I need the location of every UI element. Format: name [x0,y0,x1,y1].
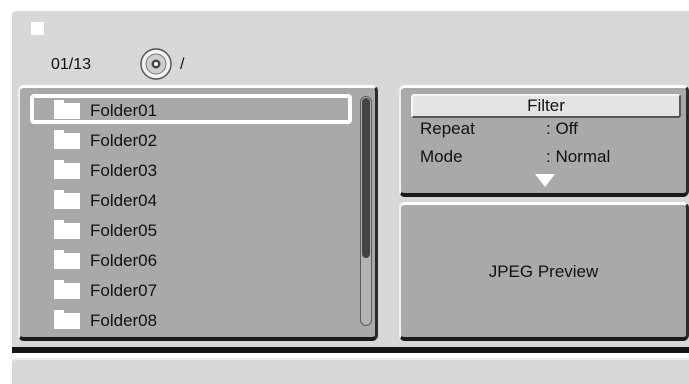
list-item-folder03[interactable]: Folder03 [30,154,352,184]
folder-icon [54,280,80,299]
bottom-status-bar [12,358,689,384]
folder-name: Folder04 [90,191,158,210]
file-browser-panel: Folder01 Folder02 Folder03 Folder04 Fold… [18,85,378,341]
repeat-value[interactable]: : Off [546,119,578,139]
jpeg-preview-panel: JPEG Preview [399,202,689,341]
list-item-folder05[interactable]: Folder05 [30,214,352,244]
mode-value[interactable]: : Normal [546,147,610,167]
panel-divider [12,347,689,353]
current-path: / [180,56,185,73]
folder-name: Folder01 [90,101,158,120]
folder-icon [54,310,80,329]
file-list-scrollbar[interactable] [360,96,372,326]
folder-name: Folder02 [90,131,158,150]
folder-icon [54,160,80,179]
jpeg-preview-label: JPEG Preview [488,262,599,281]
disc-icon [140,48,172,80]
playback-info-panel: Filter Repeat : Off Mode : Normal [399,85,689,197]
list-item-folder07[interactable]: Folder07 [30,274,352,304]
folder-icon [54,250,80,269]
mode-label: Mode [420,147,463,166]
list-item-folder06[interactable]: Folder06 [30,244,352,274]
list-item-folder02[interactable]: Folder02 [30,124,352,154]
folder-name: Folder06 [90,251,158,270]
folder-name: Folder03 [90,161,158,180]
folder-icon [54,220,80,239]
folder-icon [54,130,80,149]
list-item-folder01[interactable]: Folder01 [30,94,352,124]
folder-name: Folder07 [90,281,158,300]
white-square-icon [31,22,44,35]
filter-button[interactable]: Filter [411,94,681,118]
repeat-label: Repeat [420,119,475,138]
list-item-folder08[interactable]: Folder08 [30,304,352,334]
list-item-folder04[interactable]: Folder04 [30,184,352,214]
scrollbar-thumb[interactable] [362,98,370,258]
triangle-down-icon[interactable] [535,174,555,187]
folder-icon [54,190,80,209]
folder-name: Folder05 [90,221,158,240]
file-counter: 01/13 [51,56,92,73]
folder-list: Folder01 Folder02 Folder03 Folder04 Fold… [30,94,352,334]
folder-icon [54,100,80,119]
folder-name: Folder08 [90,311,158,330]
